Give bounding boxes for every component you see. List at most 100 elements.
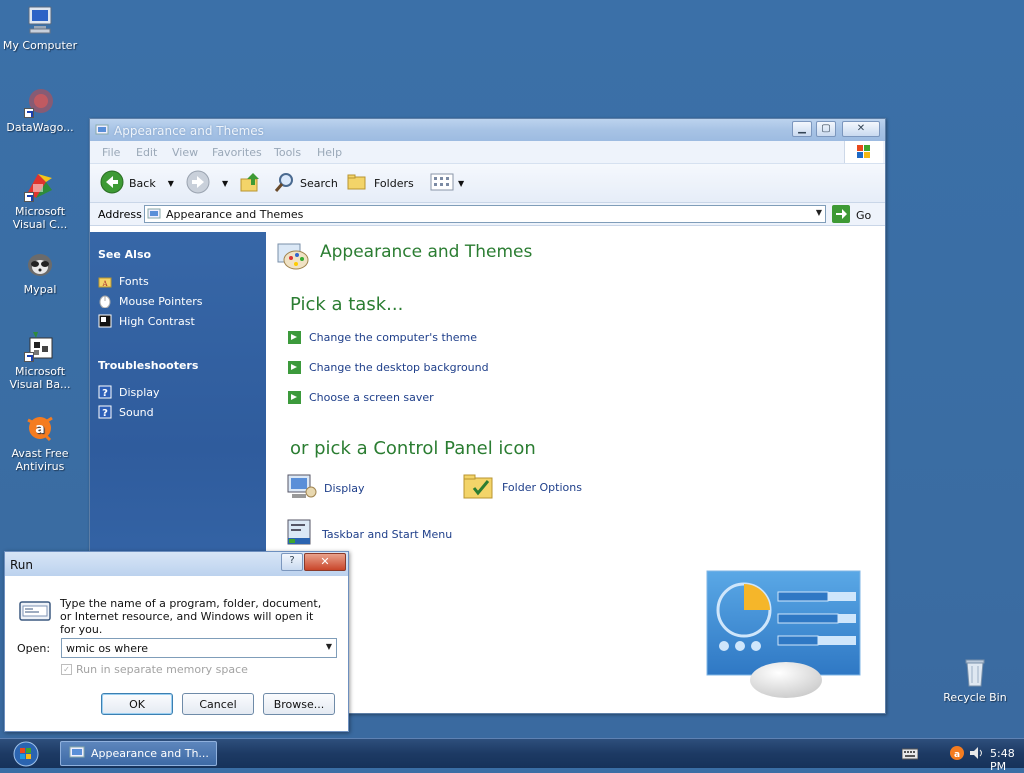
sidebar-item-high-contrast[interactable]: High Contrast [98,314,195,328]
menu-file[interactable]: File [102,146,120,159]
cp-icon-taskbar-start-menu[interactable]: Taskbar and Start Menu [286,518,452,551]
address-input[interactable]: Appearance and Themes ▼ [144,205,826,223]
browse-button[interactable]: Browse... [263,693,335,715]
desktop-icon-visual-basic[interactable]: Microsoft Visual Ba... [0,330,80,391]
desktop-icon-label: Recycle Bin [943,691,1007,704]
back-label: Back [129,176,156,190]
checkbox-label: Run in separate memory space [76,663,248,676]
menu-edit[interactable]: Edit [136,146,157,159]
desktop-icon-label: Avast Free Antivirus [11,447,69,473]
pick-icon-heading: or pick a Control Panel icon [290,438,536,459]
back-button[interactable]: Back ▼ [100,170,174,197]
desktop-icon-label: Microsoft Visual C... [12,205,68,231]
avast-tray-icon[interactable]: a [948,744,966,765]
folders-button[interactable]: Folders [346,172,414,194]
search-button[interactable]: Search [274,172,338,194]
question-icon: ? [289,555,295,566]
chevron-down-icon[interactable]: ▼ [458,179,464,188]
sidebar-item-sound[interactable]: ? Sound [98,405,154,419]
menu-view[interactable]: View [172,146,198,159]
close-icon: ✕ [856,123,866,134]
windows-orb-icon [6,741,46,771]
desktop-icon-label: DataWago... [6,121,74,134]
run-dialog[interactable]: Run ? ✕ Type the name of a program, fold… [4,551,349,732]
windows-logo-icon [844,141,883,163]
sidebar-item-label: High Contrast [119,314,195,328]
taskbar-item-appearance[interactable]: Appearance and Th... [60,741,217,766]
chevron-down-icon[interactable]: ▼ [222,179,228,188]
ok-label: OK [129,697,145,711]
desktop-icon-mypal[interactable]: Mypal [0,248,80,296]
recycle-bin-icon [959,656,991,688]
close-button[interactable]: ✕ [842,121,880,137]
taskbar-start-icon [286,518,316,551]
datawagon-icon [24,86,56,118]
chevron-down-icon[interactable]: ▼ [326,642,332,651]
open-input-value: wmic os where [66,642,149,655]
forward-button[interactable]: ▼ [186,170,228,197]
cancel-label: Cancel [199,697,237,711]
desktop-icon-visual-c[interactable]: Microsoft Visual C... [0,170,80,231]
svg-text:A: A [101,280,108,288]
search-icon [274,171,296,196]
help-icon: ? [98,385,112,399]
cp-icon-display[interactable]: Display [286,472,365,505]
browse-label: Browse... [273,697,325,711]
menu-favorites[interactable]: Favorites [212,146,262,159]
cancel-button[interactable]: Cancel [182,693,254,715]
svg-text:a: a [954,750,960,760]
up-button[interactable] [239,172,261,194]
my-computer-icon [24,4,56,36]
views-button[interactable]: ▼ [430,172,464,194]
run-program-icon [19,600,51,625]
appearance-illustration-icon [706,570,862,703]
run-title-bar[interactable]: Run ? ✕ [5,552,348,576]
green-arrow-icon [288,331,301,344]
sidebar-item-label: Mouse Pointers [119,294,203,308]
desktop-icon-my-computer[interactable]: My Computer [0,4,80,52]
minimize-button[interactable]: ▁ [792,121,812,137]
clock[interactable]: 5:48 PM [990,747,1024,773]
keyboard-icon[interactable] [901,748,919,763]
visual-basic-icon [24,330,56,362]
close-button[interactable]: ✕ [304,553,346,571]
desktop-icon-recycle-bin[interactable]: Recycle Bin [935,656,1015,704]
sidebar-item-display[interactable]: ? Display [98,385,160,399]
desktop-icon-label: Mypal [23,283,57,296]
forward-arrow-icon [186,170,210,197]
chevron-down-icon[interactable]: ▼ [816,208,822,217]
minimize-icon: ▁ [798,123,806,134]
up-folder-icon [239,171,261,196]
go-button[interactable]: Go [832,205,871,226]
sidebar-item-fonts[interactable]: A Fonts [98,274,149,288]
start-button[interactable] [6,740,46,768]
window-title-bar[interactable]: Appearance and Themes ▁ ▢ ✕ [90,119,885,141]
chevron-down-icon[interactable]: ▼ [168,179,174,188]
sidebar-item-mouse-pointers[interactable]: Mouse Pointers [98,294,203,309]
back-arrow-icon [100,170,124,197]
page-title: Appearance and Themes [320,242,533,262]
cp-icon-label: Display [324,482,365,495]
close-icon: ✕ [320,555,330,568]
desktop-icon-datawagon[interactable]: DataWago... [0,86,80,134]
speaker-icon[interactable] [968,745,984,764]
help-button[interactable]: ? [281,553,303,571]
cp-icon-folder-options[interactable]: Folder Options [462,472,582,503]
menu-tools[interactable]: Tools [274,146,301,159]
shortcut-arrow-icon [24,352,34,362]
menu-help[interactable]: Help [317,146,342,159]
desktop-icon-label: Microsoft Visual Ba... [9,365,71,391]
desktop-icon-avast[interactable]: a Avast Free Antivirus [0,412,80,473]
svg-text:?: ? [102,388,108,399]
task-link[interactable]: Choose a screen saver [288,391,434,404]
ok-button[interactable]: OK [101,693,173,715]
open-input[interactable]: wmic os where ▼ [61,638,337,658]
desktop-icon-label: My Computer [2,39,78,52]
open-label: Open: [17,642,51,655]
palette-icon [276,240,310,275]
separate-memory-checkbox[interactable]: ✓ Run in separate memory space [61,663,248,676]
maximize-button[interactable]: ▢ [816,121,836,137]
task-link[interactable]: Change the desktop background [288,361,489,374]
task-link[interactable]: Change the computer's theme [288,331,477,344]
help-icon: ? [98,405,112,419]
